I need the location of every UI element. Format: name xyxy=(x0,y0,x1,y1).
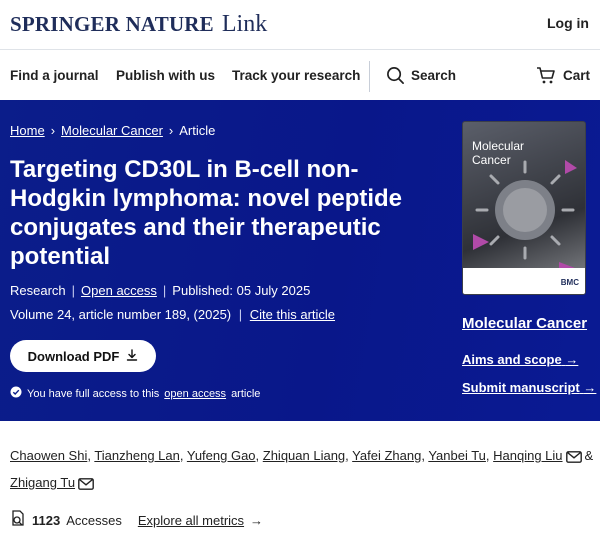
author-link[interactable]: Hanqing Liu xyxy=(493,448,562,463)
journal-name-link[interactable]: Molecular Cancer xyxy=(462,315,587,332)
cover-title-line: Molecular xyxy=(472,139,525,153)
submit-manuscript-label: Submit manuscript xyxy=(462,380,580,395)
article-type: Research xyxy=(10,283,66,298)
chevron-right-icon: › xyxy=(50,123,56,138)
access-suffix: article xyxy=(231,387,261,400)
cart-icon[interactable] xyxy=(536,66,556,90)
accesses-count: 1123 xyxy=(32,512,61,528)
volume-info: Volume 24, article number 189, (2025) xyxy=(10,307,232,322)
cover-footer: BMC xyxy=(463,268,585,294)
main-nav: Find a journal Publish with us Track you… xyxy=(0,51,600,100)
journal-cover-image[interactable]: Molecular Cancer BMC xyxy=(462,121,586,295)
search-icon[interactable] xyxy=(386,66,405,90)
nav-divider xyxy=(369,61,370,92)
site-header: SPRINGER NATURE Link Log in xyxy=(0,0,600,50)
article-metrics: 1123 Accesses Explore all metrics → xyxy=(10,510,263,530)
meta-divider: | xyxy=(71,283,76,298)
arrow-right-icon: → xyxy=(565,352,579,367)
article-hero: Home › Molecular Cancer › Article Target… xyxy=(0,100,600,421)
nav-track-research[interactable]: Track your research xyxy=(232,68,360,83)
article-title: Targeting CD30L in B-cell non-Hodgkin ly… xyxy=(10,156,403,270)
nav-search[interactable]: Search xyxy=(411,68,456,83)
nav-publish[interactable]: Publish with us xyxy=(116,68,215,83)
explore-metrics-link[interactable]: Explore all metrics xyxy=(138,513,244,528)
author-link[interactable]: Zhigang Tu xyxy=(10,475,75,490)
breadcrumb: Home › Molecular Cancer › Article xyxy=(10,123,215,138)
access-prefix: You have full access to this xyxy=(27,387,160,400)
chevron-right-icon: › xyxy=(168,123,174,138)
access-notice: You have full access to this open access… xyxy=(10,386,260,401)
brand-link: Link xyxy=(221,11,268,37)
access-open-access-link[interactable]: open access xyxy=(164,388,226,400)
breadcrumb-current: Article xyxy=(179,123,216,138)
nav-cart[interactable]: Cart xyxy=(563,68,590,83)
download-pdf-button[interactable]: Download PDF xyxy=(10,340,156,372)
accesses-label: Accesses xyxy=(66,512,122,528)
author-link[interactable]: Chaowen Shi xyxy=(10,448,87,463)
aims-scope-link[interactable]: Aims and scope → xyxy=(462,352,578,367)
breadcrumb-journal[interactable]: Molecular Cancer xyxy=(61,123,163,138)
download-pdf-label: Download PDF xyxy=(27,348,120,364)
mail-icon[interactable] xyxy=(565,447,582,471)
author-link[interactable]: Zhiquan Liang xyxy=(263,448,345,463)
arrow-right-icon: → xyxy=(250,512,264,528)
open-access-link[interactable]: Open access xyxy=(81,283,157,298)
cover-title: Molecular Cancer xyxy=(472,139,524,167)
author-ampersand: & xyxy=(584,448,594,463)
article-volume-line: Volume 24, article number 189, (2025) | … xyxy=(10,307,335,322)
springer-nature-logo[interactable]: SPRINGER NATURE Link xyxy=(10,11,267,38)
author-link[interactable]: Yafei Zhang xyxy=(352,448,421,463)
cite-article-link[interactable]: Cite this article xyxy=(250,307,335,322)
author-list: Chaowen Shi, Tianzheng Lan, Yufeng Gao, … xyxy=(10,444,595,498)
login-link[interactable]: Log in xyxy=(547,15,589,31)
author-link[interactable]: Tianzheng Lan xyxy=(94,448,180,463)
nav-find-journal[interactable]: Find a journal xyxy=(10,68,99,83)
check-circle-icon xyxy=(10,386,22,401)
submit-manuscript-link[interactable]: Submit manuscript → xyxy=(462,380,596,395)
article-meta: Research | Open access | Published: 05 J… xyxy=(10,283,310,298)
download-icon xyxy=(126,348,138,364)
cover-title-line: Cancer xyxy=(472,153,511,167)
aims-scope-label: Aims and scope xyxy=(462,352,562,367)
breadcrumb-home[interactable]: Home xyxy=(10,123,45,138)
meta-divider: | xyxy=(238,307,243,322)
author-link[interactable]: Yanbei Tu xyxy=(428,448,486,463)
published-date: Published: 05 July 2025 xyxy=(172,283,311,298)
accesses-icon xyxy=(10,510,26,530)
author-link[interactable]: Yufeng Gao xyxy=(187,448,256,463)
meta-divider: | xyxy=(162,283,167,298)
brand-main: SPRINGER NATURE xyxy=(10,12,214,36)
arrow-right-icon: → xyxy=(583,380,597,395)
bmc-logo: BMC xyxy=(560,278,579,287)
mail-icon[interactable] xyxy=(78,474,94,498)
